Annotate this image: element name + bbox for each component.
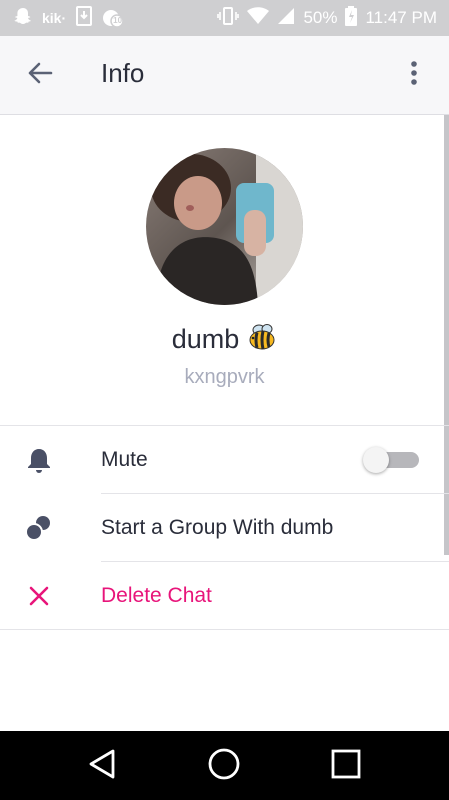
nav-home-button[interactable] [202,746,246,786]
status-time: 11:47 PM [365,8,437,27]
nav-back-button[interactable] [80,746,124,786]
notification-badge-icon: 10 [102,8,124,28]
nav-recents-button[interactable] [324,746,368,786]
status-left-icons: kik· 10 [14,5,124,31]
arrow-left-icon [27,60,53,91]
toggle-knob [363,447,389,473]
mute-row[interactable]: Mute [0,426,449,494]
start-group-row[interactable]: Start a Group With dumb [0,494,449,562]
group-icon [22,513,56,543]
wifi-icon [247,6,270,30]
status-right-icons: 50% 11:47 PM [217,5,437,31]
battery-icon [345,5,358,31]
signal-icon [277,7,295,30]
display-name: dumb [171,324,240,354]
avatar[interactable] [146,148,303,305]
battery-level: 50% [303,8,338,27]
delete-chat-label: Delete Chat [101,584,212,607]
recents-square-icon [330,748,362,785]
display-name-row: dumb [0,322,449,357]
snapchat-icon [14,7,32,30]
start-group-label: Start a Group With dumb [101,516,334,539]
home-circle-icon [207,747,241,786]
bell-icon [22,445,56,475]
app-bar: Info [0,36,449,115]
back-triangle-icon [87,748,117,785]
back-button[interactable] [20,55,60,95]
username: kxngpvrk [184,366,265,388]
notification-badge-count: 10 [113,16,123,25]
more-vertical-icon [410,60,418,91]
mute-label: Mute [101,448,148,471]
x-icon [22,581,56,611]
status-bar: kik· 10 50% 11:47 PM [0,0,449,36]
row-divider [0,629,449,630]
kik-icon: kik· [42,10,67,26]
delete-chat-row[interactable]: Delete Chat [0,562,449,630]
vibrate-icon [217,6,240,30]
mute-toggle[interactable] [363,447,419,473]
system-nav-bar [0,731,449,800]
more-options-button[interactable] [399,55,429,95]
page-title: Info [101,58,145,88]
bee-emoji [247,322,277,357]
download-icon [76,5,93,31]
